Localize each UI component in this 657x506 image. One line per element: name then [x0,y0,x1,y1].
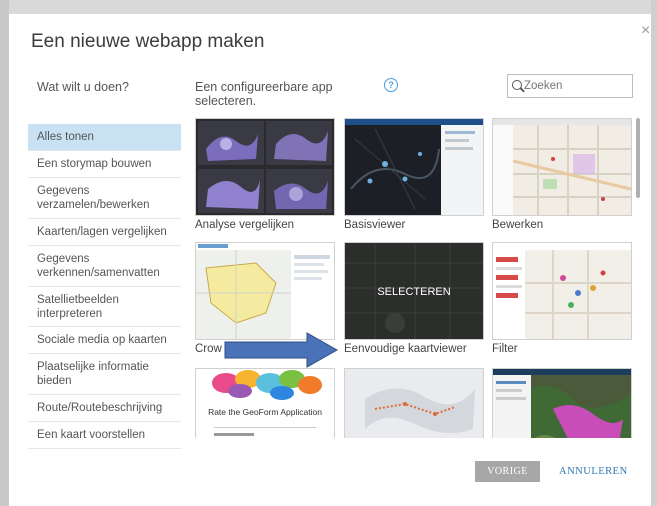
sidebar-heading: Wat wilt u doen? [37,80,129,94]
category-item-compare[interactable]: Kaarten/lagen vergelijken [28,219,181,246]
close-icon[interactable]: × [641,22,650,40]
background-window-edge-right [651,0,657,506]
category-item-all[interactable]: Alles tonen [28,124,181,151]
category-label: Gegevens verkennen/samenvatten [37,253,160,279]
category-item-social[interactable]: Sociale media op kaarten [28,327,181,354]
search-icon [512,80,522,90]
background-window-strip [0,0,657,14]
search-input[interactable] [524,78,628,94]
thumbnail-geoform: Rate the GeoForm Application [195,368,335,438]
gallery-scrollbar[interactable] [636,118,640,198]
thumbnail-compare-analysis [195,118,335,216]
background-window-edge [0,0,9,506]
tile-label: Eenvoudige kaartviewer [344,343,467,355]
tile-label: Filter [492,343,518,355]
help-icon[interactable]: ? [384,78,398,92]
category-item-explore[interactable]: Gegevens verkennen/samenvatten [28,246,181,287]
category-label: Sociale media op kaarten [37,334,167,346]
category-label: Een storymap bouwen [37,158,152,170]
cancel-button[interactable]: ANNULEREN [555,461,632,482]
thumbnail-map-journal [344,368,484,438]
thumbnail-basic-viewer [344,118,484,216]
tile-label: Basisviewer [344,219,406,231]
category-item-imagery[interactable]: Satellietbeelden interpreteren [28,287,181,327]
category-item-local-info[interactable]: Plaatselijke informatie bieden [28,354,181,395]
main-subtitle: Een configureerbare app selecteren. [195,80,333,108]
tile-label: Analyse vergelijken [195,219,295,231]
dialog-title: Een nieuwe webapp maken [31,31,265,52]
category-label: Een kaart voorstellen [37,429,146,441]
thumbnail-imagery [492,368,632,438]
previous-button[interactable]: VORIGE [475,461,540,482]
category-label: Alles tonen [37,131,94,143]
tile-label: Crow [195,343,222,355]
category-label: Satellietbeelden interpreteren [37,293,119,320]
category-item-storymap[interactable]: Een storymap bouwen [28,151,181,178]
category-item-present[interactable]: Een kaart voorstellen [28,422,181,449]
category-label: Route/Routebeschrijving [37,402,163,414]
category-label: Plaatselijke informatie bieden [37,361,149,387]
category-item-route[interactable]: Route/Routebeschrijving [28,395,181,422]
arrow-right-icon [224,332,339,368]
tile-label: Bewerken [492,219,544,231]
category-label: Gegevens verzamelen/bewerken [37,185,150,211]
search-box[interactable] [507,74,633,98]
category-item-collect[interactable]: Gegevens verzamelen/bewerken [28,178,181,219]
new-webapp-dialog: Een nieuwe webapp maken × Wat wilt u doe… [9,14,651,502]
category-list: Alles tonen Een storymap bouwen Gegevens… [28,124,181,449]
thumbnail-filter [492,242,632,340]
thumbnail-crowdsource [195,242,335,340]
thumbnail-simple-viewer: SELECTEREN [344,242,484,340]
category-label: Kaarten/lagen vergelijken [37,226,167,238]
template-gallery: Analyse vergelijken Basisviewer Bewerken… [195,118,633,438]
thumbnail-edit [492,118,632,216]
geoform-thumb-title: Rate the GeoForm Application [208,407,322,417]
select-overlay[interactable]: SELECTEREN [377,286,450,298]
